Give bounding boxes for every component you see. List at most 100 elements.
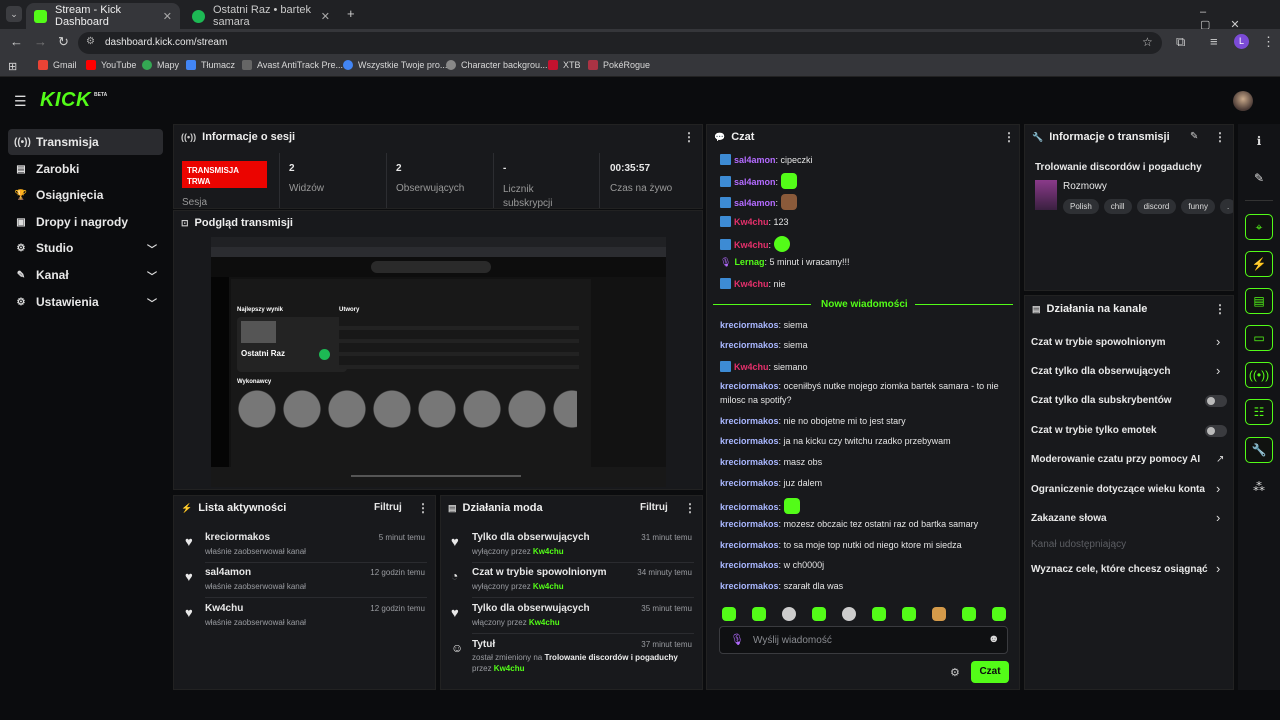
add-widget-icon[interactable]: ⁂ — [1245, 474, 1273, 500]
new-tab-button[interactable]: + — [347, 6, 355, 21]
document-icon[interactable]: ▤ — [1245, 288, 1273, 314]
channel-action-account-age[interactable]: Ograniczenie dotyczące wieku konta — [1031, 484, 1205, 495]
emote-only-toggle[interactable] — [1205, 425, 1227, 437]
sidebar-item-dropy[interactable]: ▣ Dropy i nagrody — [8, 209, 163, 235]
chat-message: kreciormakos: nie no obojetne mi to jest… — [720, 416, 906, 426]
window-controls[interactable]: –▢✕ — [1200, 6, 1280, 31]
browser-menu-icon[interactable]: ⋮ — [1262, 34, 1275, 50]
close-tab-icon[interactable]: ✕ — [163, 10, 172, 23]
stream-title: Trolowanie discordów i pogaduchy — [1035, 162, 1202, 173]
followers-count: 2 — [396, 163, 402, 174]
heart-icon: ♥ — [451, 534, 459, 549]
external-link-icon[interactable]: ↗ — [1216, 454, 1224, 465]
bookmark-maps[interactable]: Mapy — [142, 60, 179, 70]
tag[interactable]: chill — [1103, 199, 1132, 214]
more-options-icon[interactable]: ⋮ — [417, 501, 429, 515]
tag-overflow[interactable]: . — [1219, 199, 1233, 214]
stream-info-panel: 🔧 Informacje o transmisji ✎ ⋮ Trolowanie … — [1024, 124, 1234, 291]
sidebar-item-zarobki[interactable]: ▤ Zarobki — [8, 156, 163, 182]
emoji-picker-icon[interactable]: ☻ — [988, 633, 1000, 645]
emote-icon — [722, 607, 736, 621]
chat-bubble-icon: 💬 — [714, 131, 726, 142]
bookmark-xtb[interactable]: XTB — [548, 60, 581, 70]
tab-search-button[interactable]: ⌄ — [6, 6, 22, 22]
chevron-right-icon[interactable]: › — [1216, 363, 1220, 378]
sidebar-item-transmisja[interactable]: ((•)) Transmisja — [8, 129, 163, 155]
bookmark-pokerogue[interactable]: PokéRogue — [588, 60, 650, 70]
chat-bubble-icon[interactable]: ▭ — [1245, 325, 1273, 351]
bookmark-gmail[interactable]: Gmail — [38, 60, 77, 70]
more-options-icon[interactable]: ⋮ — [684, 501, 696, 515]
hamburger-menu-icon[interactable]: ☰ — [14, 93, 27, 110]
edit-icon[interactable]: ✎ — [1190, 131, 1198, 142]
user-avatar[interactable] — [1233, 91, 1253, 111]
channel-action-followers-only[interactable]: Czat tylko dla obserwujących — [1031, 366, 1171, 377]
activity-user[interactable]: sal4amon — [205, 567, 251, 578]
category-name[interactable]: Rozmowy — [1063, 181, 1107, 192]
close-tab-icon[interactable]: ✕ — [321, 10, 330, 23]
address-bar[interactable]: ⚙ dashboard.kick.com/stream ☆ — [78, 32, 1162, 54]
more-options-icon[interactable]: ⋮ — [1003, 130, 1015, 144]
activity-user[interactable]: Kw4chu — [205, 603, 243, 614]
bookmark-avast[interactable]: Avast AntiTrack Pre... — [242, 60, 343, 70]
target-icon[interactable]: ⌖ — [1245, 214, 1273, 240]
layout-icon[interactable]: ☷ — [1245, 399, 1273, 425]
chevron-right-icon[interactable]: › — [1216, 334, 1220, 349]
lightning-icon[interactable]: ⚡ — [1245, 251, 1273, 277]
category-thumbnail[interactable] — [1035, 180, 1057, 210]
subscribers-only-toggle[interactable] — [1205, 395, 1227, 407]
mod-action-title: Tylko dla obserwujących — [472, 532, 590, 543]
tab-kick-dashboard[interactable]: Stream - Kick Dashboard ✕ — [26, 3, 180, 29]
send-chat-button[interactable]: Czat — [971, 661, 1009, 683]
filter-button[interactable]: Filtruj — [640, 502, 668, 513]
chevron-right-icon[interactable]: › — [1216, 481, 1220, 496]
forward-icon[interactable]: → — [34, 34, 47, 49]
stream-preview-video[interactable]: Najlepszy wynik Ostatni Raz Utwory Wykon… — [211, 237, 666, 487]
kick-logo[interactable]: KICK — [40, 89, 91, 112]
chat-input[interactable]: 🎙 Wyślij wiadomość ☻ — [719, 626, 1008, 654]
channel-action-ai-moderation[interactable]: Moderowanie czatu przy pomocy AI — [1031, 454, 1200, 465]
chevron-right-icon[interactable]: › — [1216, 561, 1220, 576]
chat-settings-icon[interactable]: ⚙ — [950, 666, 960, 679]
sidebar-item-kanal[interactable]: ✎ Kanał ﹀ — [8, 262, 163, 288]
bookmark-all-programs[interactable]: Wszystkie Twoje pro... — [343, 60, 447, 70]
lightning-icon: ⚡ — [181, 502, 193, 513]
media-icon[interactable]: ≡ — [1210, 34, 1218, 49]
sidebar-item-studio[interactable]: ⚙ Studio ﹀ — [8, 235, 163, 261]
url-text: dashboard.kick.com/stream — [105, 37, 228, 48]
channel-action-sharing: Kanał udostępniający — [1031, 539, 1127, 550]
chevron-right-icon[interactable]: › — [1216, 510, 1220, 525]
moderator-badge-icon — [720, 278, 731, 289]
bookmark-character[interactable]: Character backgrou... — [446, 60, 548, 70]
site-info-icon[interactable]: ⚙ — [86, 36, 95, 47]
apps-grid-icon[interactable]: ⊞ — [8, 60, 17, 73]
channel-action-goals[interactable]: Wyznacz cele, które chcesz osiągnąć — [1031, 564, 1208, 575]
broadcast-icon[interactable]: ((•)) — [1245, 362, 1273, 388]
more-options-icon[interactable]: ⋮ — [1214, 302, 1226, 316]
filter-button[interactable]: Filtruj — [374, 502, 402, 513]
tag[interactable]: Polish — [1063, 199, 1099, 214]
tab-spotify[interactable]: Ostatni Raz • bartek samara ✕ — [184, 3, 338, 29]
quick-emote-bar[interactable] — [722, 607, 1006, 626]
emote-icon — [872, 607, 886, 621]
sidebar-item-ustawienia[interactable]: ⚙ Ustawienia ﹀ — [8, 289, 163, 315]
bookmark-youtube[interactable]: YouTube — [86, 60, 136, 70]
profile-avatar[interactable]: L — [1234, 34, 1249, 49]
tag[interactable]: funny — [1181, 199, 1215, 214]
more-options-icon[interactable]: ⋮ — [683, 130, 695, 144]
bookmark-translate[interactable]: Tłumacz — [186, 60, 235, 70]
more-options-icon[interactable]: ⋮ — [1214, 130, 1226, 144]
wrench-icon[interactable]: 🔧 — [1245, 437, 1273, 463]
tag[interactable]: discord — [1136, 199, 1177, 214]
extensions-icon[interactable]: ⧉ — [1176, 34, 1185, 50]
activity-user[interactable]: kreciormakos — [205, 532, 270, 543]
info-icon[interactable]: ℹ — [1245, 128, 1273, 154]
bookmark-star-icon[interactable]: ☆ — [1142, 35, 1153, 49]
sidebar-item-osiagniecia[interactable]: 🏆 Osiągnięcia — [8, 182, 163, 208]
back-icon[interactable]: ← — [10, 34, 23, 49]
reload-icon[interactable]: ↻ — [58, 34, 69, 50]
channel-action-banned-words[interactable]: Zakazane słowa — [1031, 513, 1107, 524]
broadcast-icon: ((•)) — [181, 132, 197, 142]
edit-icon[interactable]: ✎ — [1245, 165, 1273, 191]
channel-action-slow-mode[interactable]: Czat w trybie spowolnionym — [1031, 337, 1165, 348]
